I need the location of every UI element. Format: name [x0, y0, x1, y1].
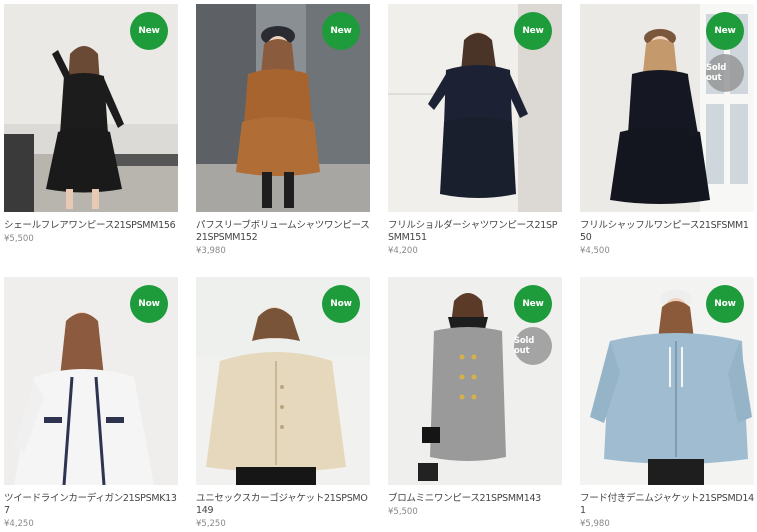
product-name[interactable]: ユニセックスカーゴジャケット21SPSMO149: [196, 493, 370, 517]
product-name[interactable]: フード付きデニムジャケット21SPSMD141: [580, 493, 754, 517]
new-badge: New: [514, 12, 552, 50]
product-card[interactable]: New パフスリーブボリュームシャツワンピース21SPSMM152 ¥3,980: [196, 4, 370, 256]
product-price: ¥3,980: [196, 246, 226, 256]
product-price: ¥4,250: [4, 519, 34, 529]
product-photo[interactable]: New Sold out: [388, 277, 562, 485]
product-price: ¥4,500: [580, 246, 610, 256]
product-name[interactable]: パフスリーブボリュームシャツワンピース21SPSMM152: [196, 220, 370, 244]
sold-out-badge: Sold out: [706, 54, 744, 92]
product-card[interactable]: New シェールフレアワンピース21SPSMM156 ¥5,500: [4, 4, 178, 244]
new-badge: Now: [706, 285, 744, 323]
product-card[interactable]: Now フード付きデニムジャケット21SPSMD141 ¥5,980: [580, 277, 754, 529]
product-card[interactable]: Now ツイードラインカーディガン21SPSMK137 ¥4,250: [4, 277, 178, 529]
product-card[interactable]: New フリルショルダーシャツワンピース21SPSMM151 ¥4,200: [388, 4, 562, 256]
new-badge: Now: [130, 285, 168, 323]
product-photo[interactable]: Now: [4, 277, 178, 485]
product-card[interactable]: Now ユニセックスカーゴジャケット21SPSMO149 ¥5,250: [196, 277, 370, 529]
product-name[interactable]: ブロムミニワンピース21SPSMM143: [388, 493, 562, 505]
new-badge: Now: [322, 285, 360, 323]
product-name[interactable]: ツイードラインカーディガン21SPSMK137: [4, 493, 178, 517]
product-photo[interactable]: Now: [580, 277, 754, 485]
new-badge: New: [130, 12, 168, 50]
product-name[interactable]: フリルショルダーシャツワンピース21SPSMM151: [388, 220, 562, 244]
product-price: ¥5,250: [196, 519, 226, 529]
product-grid: New シェールフレアワンピース21SPSMM156 ¥5,500 New パフ…: [0, 0, 757, 532]
product-card[interactable]: New Sold out フリルシャッフルワンピース21SFSMM150 ¥4,…: [580, 4, 754, 256]
sold-out-badge: Sold out: [514, 327, 552, 365]
product-photo[interactable]: New: [4, 4, 178, 212]
product-photo[interactable]: Now: [196, 277, 370, 485]
product-photo[interactable]: New: [388, 4, 562, 212]
product-card[interactable]: New Sold out ブロムミニワンピース21SPSMM143 ¥5,500: [388, 277, 562, 517]
new-badge: New: [322, 12, 360, 50]
product-photo[interactable]: New: [196, 4, 370, 212]
product-name[interactable]: シェールフレアワンピース21SPSMM156: [4, 220, 178, 232]
product-name[interactable]: フリルシャッフルワンピース21SFSMM150: [580, 220, 754, 244]
product-price: ¥4,200: [388, 246, 418, 256]
product-price: ¥5,980: [580, 519, 610, 529]
new-badge: New: [514, 285, 552, 323]
product-photo[interactable]: New Sold out: [580, 4, 754, 212]
product-price: ¥5,500: [4, 234, 34, 244]
product-price: ¥5,500: [388, 507, 418, 517]
new-badge: New: [706, 12, 744, 50]
